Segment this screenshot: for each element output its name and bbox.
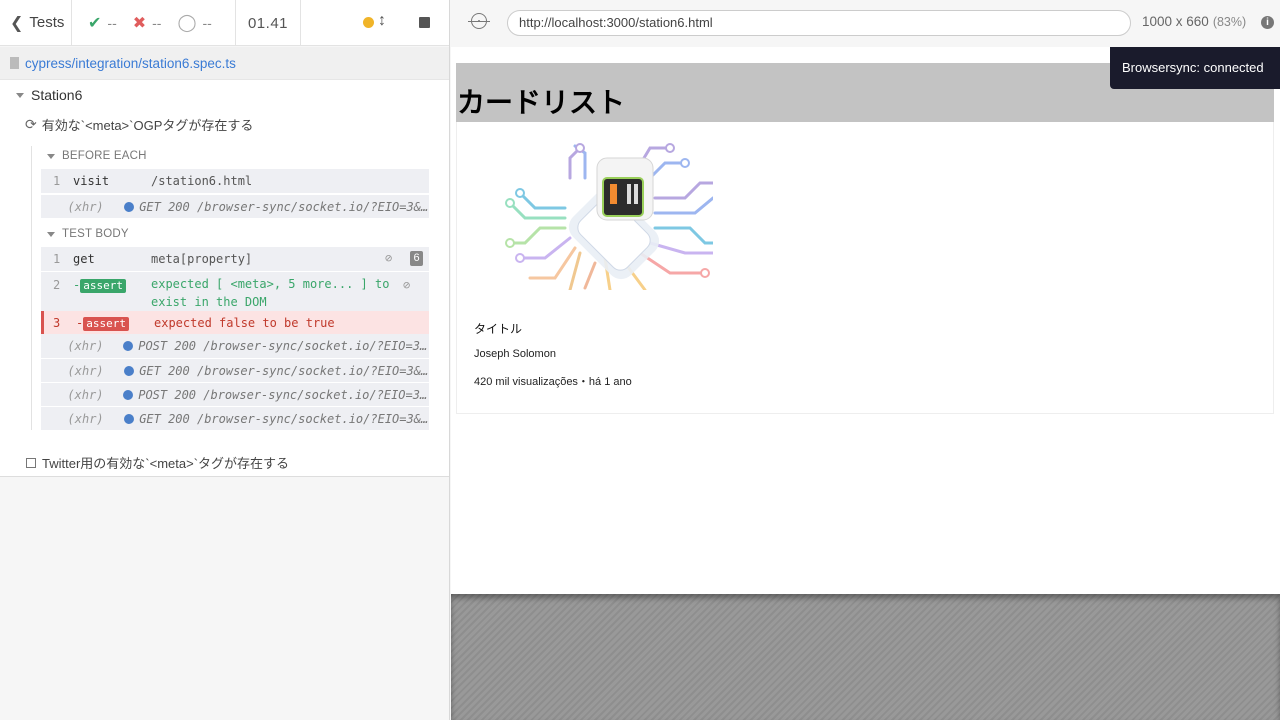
reporter-panel: ❮ Tests ✔ -- ✖ -- ◯ -- 01.41 ↕ cypress/i… <box>0 0 450 720</box>
xhr-message: POST 200 /browser-sync/socket.io/?EIO=3&… <box>138 387 429 402</box>
command-number: 3 <box>53 316 61 330</box>
xhr-status-dot <box>123 341 134 351</box>
url-bar[interactable]: http://localhost:3000/station6.html <box>507 10 1131 36</box>
command-name: visit <box>73 174 110 188</box>
info-icon[interactable]: i <box>1261 16 1274 29</box>
caret-down-icon <box>47 231 55 237</box>
x-icon: ✖ <box>132 14 147 32</box>
command-row[interactable]: 2 - assert expected [ <meta>, 5 more... ]… <box>41 272 429 312</box>
running-status-dot <box>363 17 374 28</box>
aut-iframe: カードリスト タイトル Joseph Solomon 420 mil visua… <box>451 47 1280 594</box>
failed-count: -- <box>152 14 162 31</box>
command-message: meta[property] <box>151 252 253 266</box>
card-author: Joseph Solomon <box>474 348 556 360</box>
xhr-status-dot <box>124 365 135 376</box>
test-title-text: 有効な`<meta>`OGPタグが存在する <box>41 118 254 133</box>
pending-count: -- <box>202 14 212 31</box>
test-body-hook[interactable]: TEST BODY <box>47 228 129 240</box>
eye-off-icon[interactable]: ⊘ <box>403 278 410 292</box>
spec-path-link[interactable]: cypress/integration/station6.spec.ts <box>25 56 236 71</box>
command-row[interactable]: 1 get meta[property] ⊘ 6 <box>41 247 429 271</box>
xhr-message: GET 200 /browser-sync/socket.io/?EIO=3&t… <box>139 199 429 214</box>
file-icon <box>10 57 19 69</box>
runnables-list: Station6 ⟳ 有効な`<meta>`OGPタグが存在する BEFORE … <box>0 80 449 477</box>
command-name: - assert <box>73 278 151 293</box>
aut-background-stripes <box>451 594 1280 720</box>
browsersync-toast: Browsersync: connected <box>1110 47 1280 89</box>
command-message: POST 200 /browser-sync/socket.io/?EIO=3&… <box>123 339 429 353</box>
chevron-left-icon: ❮ <box>10 14 24 32</box>
test-body-label: TEST BODY <box>62 228 129 240</box>
duration: 01.41 <box>235 0 301 46</box>
back-to-tests-button[interactable]: ❮ Tests <box>0 0 72 46</box>
test-indent-line <box>31 146 32 430</box>
arrows-vertical-icon[interactable]: ↕ <box>378 12 386 30</box>
command-row-failed[interactable]: 3 - assert expected false to be true <box>41 311 429 335</box>
command-name: (xhr) <box>67 339 104 353</box>
before-each-label: BEFORE EACH <box>62 150 147 162</box>
card[interactable]: タイトル Joseph Solomon 420 mil visualizaçõe… <box>456 122 1274 414</box>
assert-badge: assert <box>80 279 126 293</box>
assert-badge: assert <box>83 316 129 331</box>
command-message: POST 200 /browser-sync/socket.io/?EIO=3&… <box>123 388 429 402</box>
crosshair-icon[interactable] <box>468 13 490 29</box>
card-thumbnail <box>505 143 713 290</box>
card-title: タイトル <box>474 322 523 336</box>
command-row[interactable]: (xhr) POST 200 /browser-sync/socket.io/?… <box>41 382 429 406</box>
command-name: get <box>73 252 95 266</box>
stop-icon[interactable] <box>419 17 430 28</box>
circle-icon: ◯ <box>177 12 197 32</box>
suite-title-text: Station6 <box>31 87 83 103</box>
viewport-scale: (83%) <box>1212 15 1247 29</box>
command-row[interactable]: (xhr) GET 200 /browser-sync/socket.io/?E… <box>41 194 429 218</box>
caret-down-icon <box>16 92 24 98</box>
suite-title[interactable]: Station6 <box>16 87 82 103</box>
xhr-message: POST 200 /browser-sync/socket.io/?EIO=3&… <box>138 339 429 353</box>
command-message: GET 200 /browser-sync/socket.io/?EIO=3&t… <box>124 412 429 426</box>
command-row[interactable]: 1 visit /station6.html <box>41 169 429 193</box>
reporter-header: ❮ Tests ✔ -- ✖ -- ◯ -- 01.41 ↕ <box>0 0 449 46</box>
before-each-hook[interactable]: BEFORE EACH <box>47 150 147 162</box>
check-icon: ✔ <box>88 14 102 32</box>
tests-label: Tests <box>29 14 65 31</box>
refresh-icon: ⟳ <box>25 116 37 132</box>
eye-off-icon[interactable]: ⊘ <box>385 251 392 265</box>
command-number: 1 <box>53 252 61 266</box>
command-number: 2 <box>53 278 61 292</box>
passed-stat[interactable]: ✔ -- <box>88 0 117 46</box>
command-row[interactable]: (xhr) GET 200 /browser-sync/socket.io/?E… <box>41 406 429 430</box>
command-row[interactable]: (xhr) POST 200 /browser-sync/socket.io/?… <box>41 334 429 358</box>
xhr-status-dot <box>124 413 135 424</box>
xhr-message: GET 200 /browser-sync/socket.io/?EIO=3&t… <box>139 411 429 426</box>
test-title[interactable]: Twitter用の有効な`<meta>`タグが存在する <box>26 453 289 472</box>
card-meta: 420 mil visualizações・há 1 ano <box>474 376 632 388</box>
command-number: 1 <box>53 174 61 188</box>
command-message: GET 200 /browser-sync/socket.io/?EIO=3&t… <box>124 200 429 214</box>
command-row[interactable]: (xhr) GET 200 /browser-sync/socket.io/?E… <box>41 358 429 382</box>
command-message: expected false to be true <box>154 316 335 330</box>
viewport-size: 1000 x 660 (83%) <box>1142 14 1246 29</box>
command-message: GET 200 /browser-sync/socket.io/?EIO=3&t… <box>124 364 429 378</box>
pending-square-icon <box>26 457 36 468</box>
caret-down-icon <box>47 153 55 159</box>
command-message: expected [ <meta>, 5 more... ] to exist … <box>151 277 390 309</box>
command-name: (xhr) <box>67 411 104 426</box>
failed-stat[interactable]: ✖ -- <box>133 0 162 46</box>
command-message: /station6.html <box>151 174 253 188</box>
command-name: (xhr) <box>67 363 104 378</box>
xhr-status-dot <box>123 389 134 400</box>
test-title-text: Twitter用の有効な`<meta>`タグが存在する <box>42 456 290 471</box>
command-name: (xhr) <box>67 387 104 402</box>
test-title[interactable]: ⟳ 有効な`<meta>`OGPタグが存在する <box>25 115 253 134</box>
pending-stat[interactable]: ◯ -- <box>177 0 211 46</box>
aut-header: http://localhost:3000/station6.html 1000… <box>451 0 1280 46</box>
command-name: (xhr) <box>67 199 104 214</box>
xhr-status-dot <box>124 201 135 212</box>
command-name: - assert <box>76 316 154 331</box>
spec-bar: cypress/integration/station6.spec.ts <box>0 47 449 80</box>
viewport-dimensions: 1000 x 660 <box>1142 14 1209 29</box>
passed-count: -- <box>107 14 117 31</box>
element-count-badge: 6 <box>410 251 423 266</box>
xhr-message: GET 200 /browser-sync/socket.io/?EIO=3&t… <box>139 363 429 378</box>
